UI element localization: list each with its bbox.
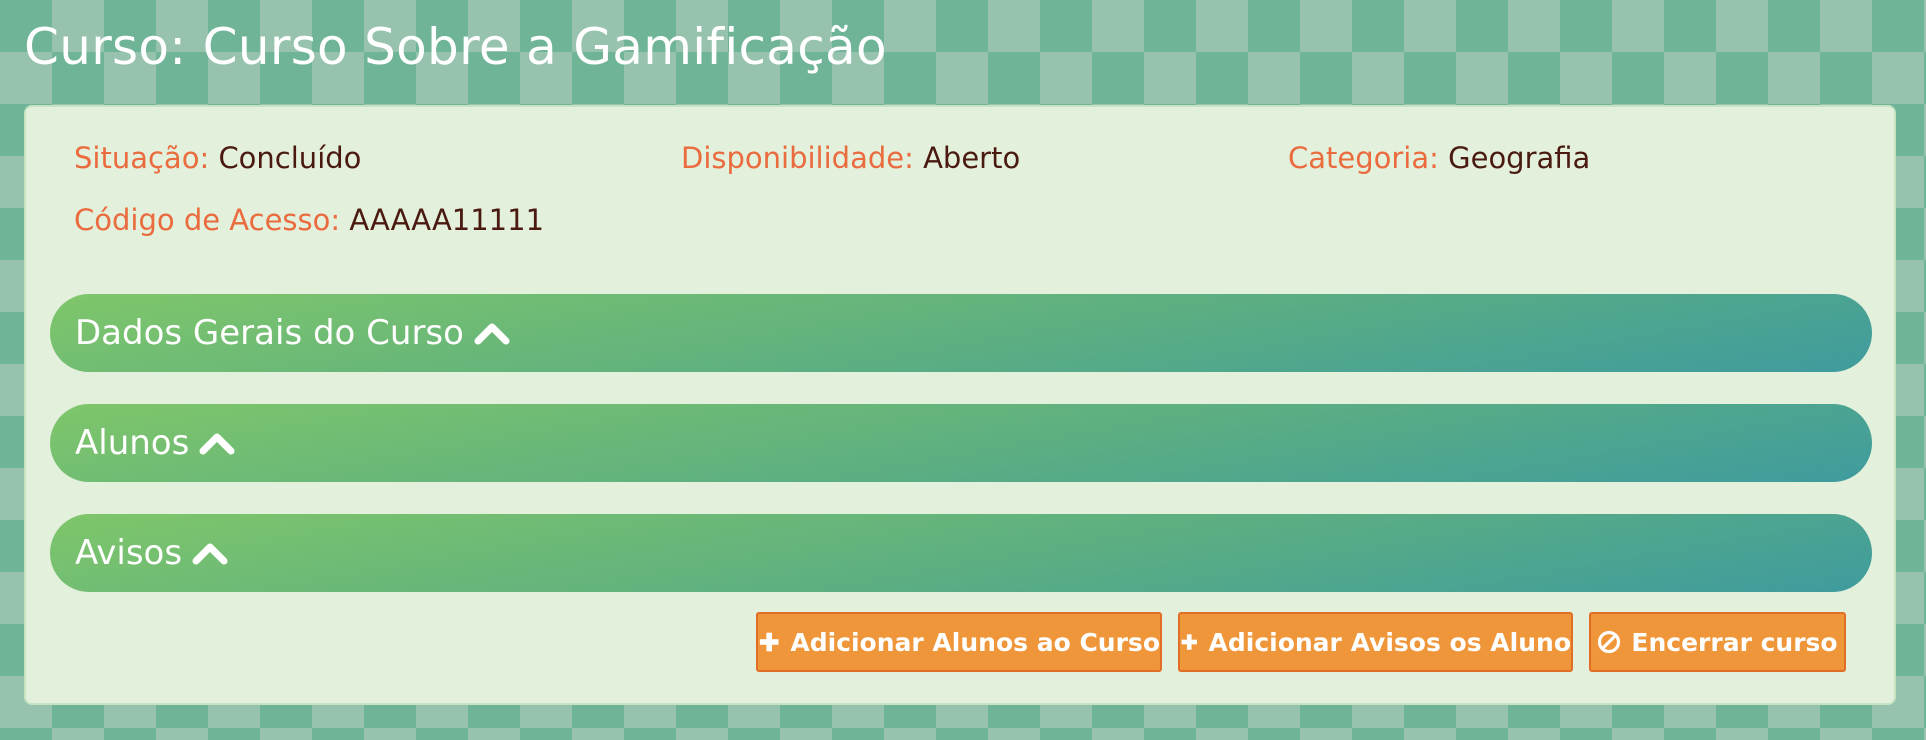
page-title: Curso: Curso Sobre a Gamificação xyxy=(24,18,887,76)
add-students-label: Adicionar Alunos ao Curso xyxy=(790,627,1160,657)
chevron-up-icon xyxy=(192,543,228,565)
categoria-value: Geografia xyxy=(1448,141,1591,175)
chevron-up-icon xyxy=(474,323,510,345)
categoria-field: Categoria: Geografia xyxy=(1288,141,1590,175)
disponibilidade-field: Disponibilidade: Aberto xyxy=(681,141,1020,175)
plus-icon xyxy=(759,632,779,652)
close-course-button[interactable]: Encerrar curso xyxy=(1589,612,1846,672)
categoria-label: Categoria: xyxy=(1288,141,1439,175)
accordion-dados-gerais[interactable]: Dados Gerais do Curso xyxy=(50,294,1872,372)
situacao-value: Concluído xyxy=(218,141,362,175)
accordion-dados-gerais-label: Dados Gerais do Curso xyxy=(75,313,464,353)
course-panel: Situação: Concluído Disponibilidade: Abe… xyxy=(24,105,1896,705)
chevron-up-icon xyxy=(199,433,235,455)
close-course-label: Encerrar curso xyxy=(1631,627,1838,657)
situacao-field: Situação: Concluído xyxy=(74,141,361,175)
codigo-acesso-field: Código de Acesso: AAAAA11111 xyxy=(74,203,544,237)
codigo-acesso-label: Código de Acesso: xyxy=(74,203,341,237)
ban-icon xyxy=(1598,630,1621,654)
add-students-button[interactable]: Adicionar Alunos ao Curso xyxy=(756,612,1162,672)
accordion-avisos-label: Avisos xyxy=(75,533,183,573)
accordion-alunos[interactable]: Alunos xyxy=(50,404,1872,482)
add-notices-button[interactable]: Adicionar Avisos os Aluno xyxy=(1178,612,1573,672)
plus-icon xyxy=(1181,634,1197,650)
codigo-acesso-value: AAAAA11111 xyxy=(349,203,545,237)
add-notices-label: Adicionar Avisos os Aluno xyxy=(1208,627,1572,657)
accordion-avisos[interactable]: Avisos xyxy=(50,514,1872,592)
situacao-label: Situação: xyxy=(74,141,210,175)
disponibilidade-value: Aberto xyxy=(923,141,1021,175)
disponibilidade-label: Disponibilidade: xyxy=(681,141,914,175)
accordion-alunos-label: Alunos xyxy=(75,423,190,463)
